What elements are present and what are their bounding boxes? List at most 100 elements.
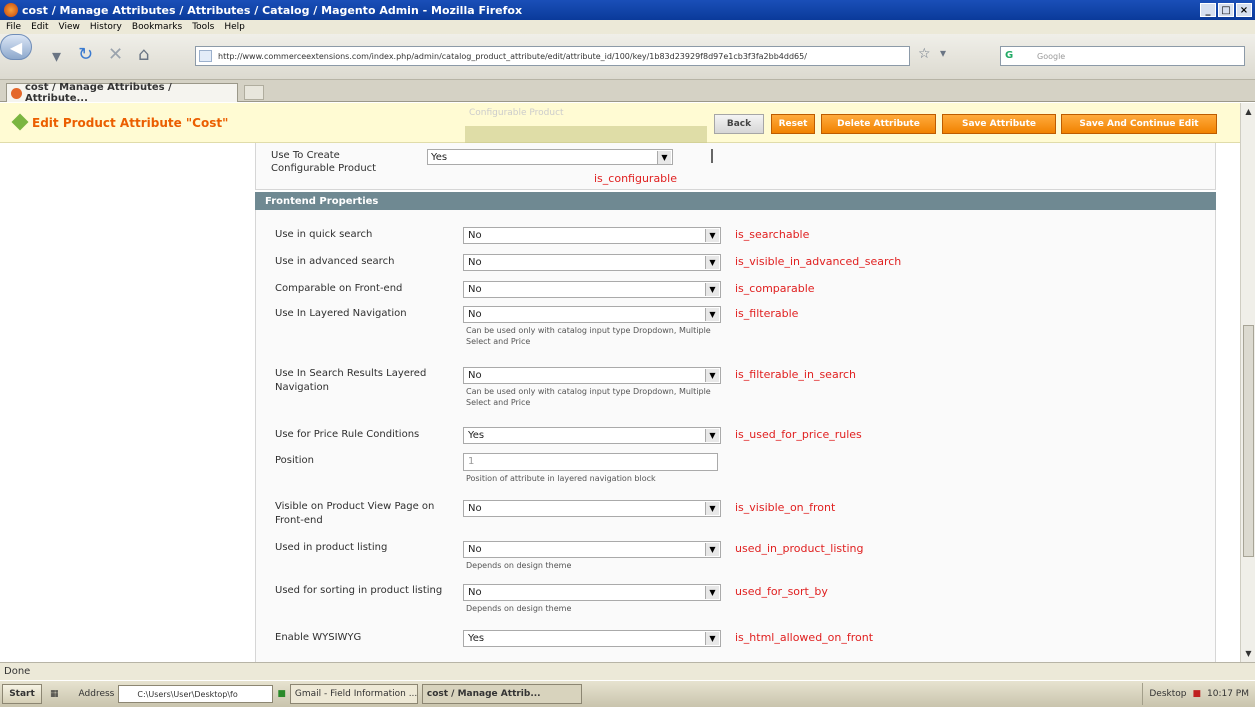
chevron-down-icon: ▼: [705, 369, 719, 382]
dropdown-arrow-icon[interactable]: ▾: [52, 46, 61, 67]
visible-on-front-value: No: [468, 503, 482, 514]
position-label: Position: [275, 455, 314, 466]
quick-launch-icon[interactable]: ▦: [50, 689, 59, 699]
start-button[interactable]: Start: [2, 684, 42, 704]
comparable-code: is_comparable: [735, 282, 815, 295]
position-note: Position of attribute in layered navigat…: [466, 474, 656, 483]
chevron-down-icon: ▼: [705, 283, 719, 296]
window-titlebar: cost / Manage Attributes / Attributes / …: [0, 0, 1255, 20]
text-cursor: [711, 149, 713, 163]
menu-tools[interactable]: Tools: [192, 22, 214, 32]
price-rules-value: Yes: [468, 430, 485, 441]
reset-button[interactable]: Reset: [771, 114, 815, 134]
vertical-scrollbar[interactable]: ▲ ▼: [1240, 103, 1255, 662]
product-listing-value: No: [468, 544, 482, 555]
search-layered-navigation-note: Can be used only with catalog input type…: [466, 387, 711, 407]
scroll-up-icon[interactable]: ▲: [1242, 105, 1255, 118]
layered-navigation-select[interactable]: No ▼: [463, 306, 721, 323]
advanced-search-select[interactable]: No ▼: [463, 254, 721, 271]
bookmark-star-icon[interactable]: ☆: [918, 46, 931, 62]
quick-search-code: is_searchable: [735, 228, 810, 241]
go-icon[interactable]: ■: [277, 689, 286, 699]
chevron-down-icon: ▼: [705, 229, 719, 242]
back-button[interactable]: Back: [714, 114, 764, 134]
minimize-button[interactable]: _: [1200, 3, 1216, 17]
layered-navigation-value: No: [468, 309, 482, 320]
search-placeholder: Google: [1037, 51, 1066, 61]
configurable-label: Use To Create Configurable Product: [271, 150, 377, 174]
edit-attribute-icon: [11, 113, 29, 131]
home-icon[interactable]: ⌂: [138, 44, 149, 65]
advanced-search-value: No: [468, 257, 482, 268]
search-layered-navigation-select[interactable]: No ▼: [463, 367, 721, 384]
navigation-toolbar: ◀ ▾ ↻ ✕ ⌂ http://www.commerceextensions.…: [0, 34, 1255, 80]
status-text: Done: [4, 666, 31, 677]
position-input[interactable]: 1: [463, 453, 718, 471]
advanced-search-label: Use in advanced search: [275, 256, 395, 267]
configurable-select[interactable]: Yes ▼: [427, 149, 673, 165]
layered-navigation-label: Use In Layered Navigation: [275, 308, 407, 319]
menu-help[interactable]: Help: [224, 22, 245, 32]
scroll-down-icon[interactable]: ▼: [1242, 647, 1255, 660]
windows-taskbar: Start ▦ Address C:\Users\User\Desktop\fo…: [0, 680, 1255, 707]
menu-view[interactable]: View: [59, 22, 80, 32]
quick-search-select[interactable]: No ▼: [463, 227, 721, 244]
search-bar[interactable]: G Google: [1000, 46, 1245, 66]
taskbar-address-input[interactable]: C:\Users\User\Desktop\fo: [118, 685, 274, 703]
wysiwyg-value: Yes: [468, 633, 485, 644]
chevron-down-icon: ▼: [705, 502, 719, 515]
product-listing-code: used_in_product_listing: [735, 542, 864, 555]
url-bar[interactable]: http://www.commerceextensions.com/index.…: [195, 46, 910, 66]
visible-on-front-code: is_visible_on_front: [735, 501, 836, 514]
reload-icon[interactable]: ↻: [78, 44, 93, 65]
ghost-dropdown-highlight: [465, 126, 707, 144]
chevron-down-icon: ▼: [705, 543, 719, 556]
menu-history[interactable]: History: [90, 22, 122, 32]
menubar: File Edit View History Bookmarks Tools H…: [0, 20, 1255, 34]
product-listing-note: Depends on design theme: [466, 561, 572, 570]
comparable-label: Comparable on Front-end: [275, 283, 403, 294]
url-dropdown-icon[interactable]: ▾: [940, 46, 946, 60]
scrollbar-thumb[interactable]: [1243, 325, 1254, 557]
save-attribute-button[interactable]: Save Attribute: [942, 114, 1056, 134]
sort-by-select[interactable]: No ▼: [463, 584, 721, 601]
sort-by-label: Used for sorting in product listing: [275, 585, 443, 596]
tab-cost-attributes[interactable]: cost / Manage Attributes / Attribute...: [6, 82, 238, 104]
stop-icon[interactable]: ✕: [108, 44, 123, 65]
taskbar-gmail-window[interactable]: Gmail - Field Information ...: [289, 684, 418, 704]
visible-on-front-select[interactable]: No ▼: [463, 500, 721, 517]
search-layered-navigation-code: is_filterable_in_search: [735, 368, 856, 381]
menu-edit[interactable]: Edit: [31, 22, 48, 32]
close-button[interactable]: ×: [1236, 3, 1252, 17]
save-and-continue-button[interactable]: Save And Continue Edit: [1061, 114, 1217, 134]
sort-by-code: used_for_sort_by: [735, 585, 828, 598]
product-listing-label: Used in product listing: [275, 542, 388, 553]
comparable-value: No: [468, 284, 482, 295]
chevron-down-icon: ▼: [705, 586, 719, 599]
clock: 10:17 PM: [1207, 689, 1249, 699]
configurable-value: Yes: [431, 152, 448, 163]
page-content: Edit Product Attribute "Cost" Configurab…: [0, 103, 1240, 662]
menu-file[interactable]: File: [6, 22, 21, 32]
wysiwyg-select[interactable]: Yes ▼: [463, 630, 721, 647]
price-rules-select[interactable]: Yes ▼: [463, 427, 721, 444]
tab-label: cost / Manage Attributes / Attribute...: [25, 82, 172, 104]
status-bar: Done: [0, 662, 1255, 680]
new-tab-button[interactable]: [244, 85, 264, 100]
search-layered-navigation-label: Use In Search Results Layered Navigation: [275, 368, 427, 393]
delete-attribute-button[interactable]: Delete Attribute: [821, 114, 936, 134]
menu-bookmarks[interactable]: Bookmarks: [132, 22, 182, 32]
chevron-down-icon: ▼: [705, 256, 719, 269]
back-arrow-icon[interactable]: ◀: [0, 34, 32, 60]
desktop-label[interactable]: Desktop: [1149, 689, 1186, 699]
maximize-button[interactable]: □: [1218, 3, 1234, 17]
chevron-down-icon: ▼: [705, 429, 719, 442]
firefox-icon: [4, 3, 18, 17]
wysiwyg-label: Enable WYSIWYG: [275, 632, 362, 643]
comparable-select[interactable]: No ▼: [463, 281, 721, 298]
quick-search-value: No: [468, 230, 482, 241]
ghost-dropdown-option: Configurable Product: [469, 108, 564, 118]
price-rules-label: Use for Price Rule Conditions: [275, 429, 420, 440]
product-listing-select[interactable]: No ▼: [463, 541, 721, 558]
taskbar-firefox-window[interactable]: cost / Manage Attrib...: [421, 684, 582, 704]
